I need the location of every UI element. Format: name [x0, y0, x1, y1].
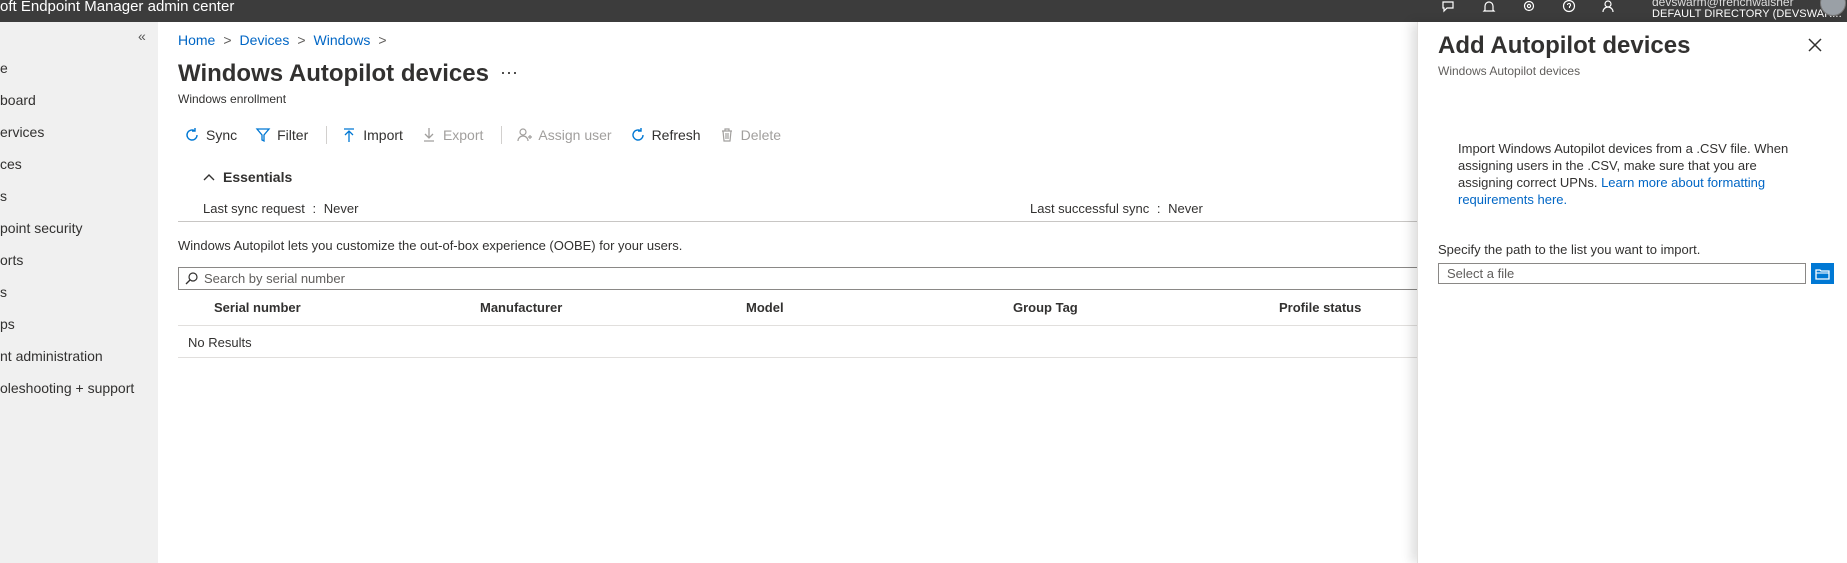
sidebar-item-apps[interactable]: s [0, 188, 7, 204]
toolbar-divider [326, 126, 328, 144]
filter-label: Filter [277, 127, 309, 143]
sync-label: Sync [206, 127, 238, 143]
chevron-up-icon [203, 174, 215, 181]
essentials-toggle[interactable]: Essentials [203, 169, 292, 185]
feedback-icon[interactable] [1440, 0, 1458, 14]
last-sync-request: Last sync request : Never [203, 201, 358, 216]
refresh-icon [631, 128, 644, 141]
search-input[interactable] [204, 271, 804, 286]
download-icon [423, 128, 434, 142]
last-success-label: Last successful sync [1030, 201, 1150, 216]
page-title: Windows Autopilot devices [178, 60, 489, 87]
breadcrumb: Home > Devices > Windows > [178, 32, 387, 48]
delete-label: Delete [740, 127, 782, 143]
last-success-value: Never [1168, 201, 1203, 216]
last-sync-label: Last sync request [203, 201, 305, 216]
refresh-label: Refresh [651, 127, 701, 143]
command-bar: Sync Filter Import Export Assign user Re… [184, 124, 799, 146]
import-label: Import [363, 127, 403, 143]
toolbar-divider [501, 126, 503, 144]
filter-icon [255, 128, 271, 143]
column-model[interactable]: Model [746, 300, 784, 315]
panel-description: Import Windows Autopilot devices from a … [1458, 140, 1803, 208]
browse-file-button[interactable] [1811, 263, 1834, 284]
table-divider [178, 357, 1418, 358]
file-path-label: Specify the path to the list you want to… [1438, 242, 1701, 257]
breadcrumb-home[interactable]: Home [178, 32, 215, 48]
user-directory: DEFAULT DIRECTORY (DEVSWAR... [1652, 8, 1842, 20]
breadcrumb-separator: > [378, 32, 387, 48]
last-sync-value: Never [323, 201, 359, 216]
panel-subtitle: Windows Autopilot devices [1438, 64, 1581, 78]
sidebar-item-endpoint-security[interactable]: point security [0, 220, 82, 236]
close-icon[interactable] [1808, 38, 1822, 55]
column-profile-status[interactable]: Profile status [1279, 300, 1361, 315]
user-email: devswarm@frenchwalsher [1652, 0, 1794, 9]
sidebar-item-tenant-administration[interactable]: nt administration [0, 348, 103, 364]
collapse-nav-icon[interactable]: « [138, 28, 146, 44]
export-label: Export [442, 127, 484, 143]
file-path-input[interactable] [1438, 263, 1806, 284]
column-group-tag[interactable]: Group Tag [1013, 300, 1078, 315]
assign-user-icon [517, 128, 533, 142]
sidebar-item-dashboard[interactable]: board [0, 92, 36, 108]
search-icon [185, 272, 198, 285]
export-button[interactable]: Export [421, 127, 483, 143]
top-bar: oft Endpoint Manager admin center devswa… [0, 0, 1847, 22]
page-subtitle: Windows enrollment [178, 92, 287, 106]
sidebar-item-troubleshooting[interactable]: oleshooting + support [0, 380, 134, 396]
filter-button[interactable]: Filter [255, 127, 308, 143]
info-text: Windows Autopilot lets you customize the… [178, 238, 683, 253]
assign-user-label: Assign user [538, 127, 612, 143]
column-manufacturer[interactable]: Manufacturer [480, 300, 562, 315]
help-icon[interactable] [1560, 0, 1578, 14]
folder-icon [1815, 268, 1830, 280]
panel-title: Add Autopilot devices [1438, 32, 1691, 59]
sidebar-item-devices[interactable]: ces [0, 156, 22, 172]
delete-button[interactable]: Delete [719, 127, 781, 143]
user-info[interactable]: devswarm@frenchwalsher DEFAULT DIRECTORY… [1652, 0, 1842, 20]
breadcrumb-windows[interactable]: Windows [314, 32, 371, 48]
colon: : [312, 201, 317, 216]
import-button[interactable]: Import [341, 127, 403, 143]
sidebar-item-users[interactable]: s [0, 284, 7, 300]
breadcrumb-devices[interactable]: Devices [240, 32, 290, 48]
bell-icon[interactable] [1480, 0, 1498, 14]
last-successful-sync: Last successful sync : Never [1030, 201, 1203, 216]
sidebar-item-groups[interactable]: ps [0, 316, 15, 332]
app-title: oft Endpoint Manager admin center [0, 0, 235, 15]
table-header-divider [178, 325, 1418, 326]
add-autopilot-devices-panel: Add Autopilot devices Windows Autopilot … [1417, 22, 1847, 563]
column-serial-number[interactable]: Serial number [214, 300, 301, 315]
essentials-label: Essentials [223, 169, 293, 185]
gear-icon[interactable] [1520, 0, 1538, 14]
sync-icon [186, 128, 198, 141]
sidebar-item-all-services[interactable]: ervices [0, 124, 44, 140]
account-icon[interactable] [1600, 0, 1618, 14]
search-box [178, 267, 1418, 290]
upload-icon [344, 128, 355, 142]
trash-icon [721, 128, 732, 142]
empty-table-message: No Results [188, 335, 252, 350]
colon: : [1156, 201, 1161, 216]
sync-button[interactable]: Sync [184, 127, 237, 143]
refresh-button[interactable]: Refresh [630, 127, 701, 143]
more-options-icon[interactable]: ··· [500, 62, 518, 83]
sidebar-item-reports[interactable]: orts [0, 252, 23, 268]
assign-user-button[interactable]: Assign user [516, 127, 612, 143]
top-bar-icons [1440, 0, 1618, 14]
essentials-divider [178, 221, 1418, 222]
breadcrumb-separator: > [297, 32, 306, 48]
left-nav: « e board ervices ces s point security o… [0, 22, 158, 563]
breadcrumb-separator: > [223, 32, 232, 48]
sidebar-item-home[interactable]: e [0, 60, 8, 76]
